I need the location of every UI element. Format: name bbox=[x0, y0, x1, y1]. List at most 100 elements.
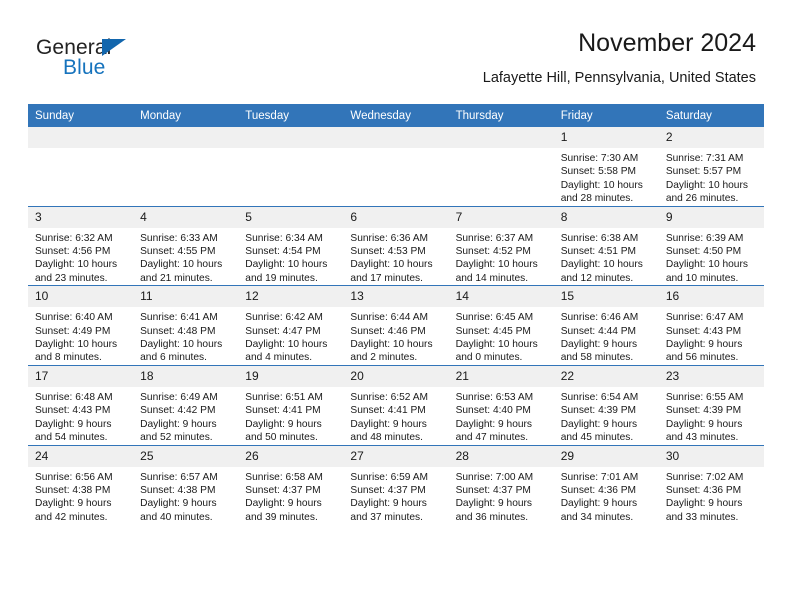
day-details: Sunrise: 6:38 AM Sunset: 4:51 PM Daylight:… bbox=[554, 228, 659, 286]
daylight-text-line1: Daylight: 10 hours bbox=[245, 259, 328, 271]
calendar-day-cell[interactable]: 16 Sunrise: 6:47 AM Sunset: 4:43 PM Dayligh… bbox=[658, 285, 764, 366]
calendar-day-cell[interactable]: 8 Sunrise: 6:38 AM Sunset: 4:51 PM Daylight… bbox=[553, 205, 659, 286]
calendar-day-cell[interactable]: 29 Sunrise: 7:01 AM Sunset: 4:36 PM Dayligh… bbox=[553, 444, 659, 525]
daylight-text-line1: Daylight: 10 hours bbox=[455, 339, 538, 351]
sunset-text: Sunset: 4:51 PM bbox=[560, 246, 637, 258]
sunset-text: Sunset: 5:57 PM bbox=[665, 166, 742, 178]
sunrise-text: Sunrise: 6:52 AM bbox=[350, 391, 429, 403]
calendar-day-cell[interactable]: 5 Sunrise: 6:34 AM Sunset: 4:54 PM Daylight… bbox=[238, 205, 344, 286]
calendar-body: 1 Sunrise: 7:30 AM Sunset: 5:58 PM Daylight… bbox=[28, 127, 764, 525]
calendar-day-cell[interactable]: 3 Sunrise: 6:32 AM Sunset: 4:56 PM Daylight… bbox=[28, 205, 134, 286]
day-details: Sunrise: 6:59 AM Sunset: 4:37 PM Daylight:… bbox=[343, 467, 448, 525]
sunrise-text: Sunrise: 6:49 AM bbox=[140, 391, 218, 403]
calendar-day-cell[interactable]: 22 Sunrise: 6:54 AM Sunset: 4:39 PM Dayligh… bbox=[553, 364, 659, 445]
calendar-day-cell[interactable]: 2 Sunrise: 7:31 AM Sunset: 5:57 PM Daylight… bbox=[658, 127, 764, 207]
day-number bbox=[28, 127, 134, 148]
daylight-text-line1: Daylight: 10 hours bbox=[350, 339, 433, 351]
daylight-text-line2: and 23 minutes. bbox=[35, 272, 108, 284]
daylight-text-line1: Daylight: 9 hours bbox=[245, 498, 322, 510]
sunset-text: Sunset: 4:43 PM bbox=[35, 405, 111, 417]
day-number bbox=[343, 127, 449, 148]
calendar-day-cell[interactable]: 7 Sunrise: 6:37 AM Sunset: 4:52 PM Daylight… bbox=[448, 205, 554, 286]
calendar-day-cell[interactable]: 12 Sunrise: 6:42 AM Sunset: 4:47 PM Dayligh… bbox=[238, 285, 344, 366]
page-subtitle: Lafayette Hill, Pennsylvania, United Sta… bbox=[482, 70, 756, 86]
sunrise-text: Sunrise: 6:41 AM bbox=[140, 312, 218, 324]
day-number: 6 bbox=[343, 206, 449, 228]
page-header: General Blue November 2024 Lafayette Hil… bbox=[0, 0, 792, 100]
daylight-text-line2: and 36 minutes. bbox=[455, 511, 529, 523]
calendar-day-cell[interactable]: 21 Sunrise: 6:53 AM Sunset: 4:40 PM Dayligh… bbox=[448, 364, 554, 445]
calendar-day-cell[interactable]: 30 Sunrise: 7:02 AM Sunset: 4:36 PM Dayligh… bbox=[658, 444, 764, 525]
daylight-text-line2: and 47 minutes. bbox=[455, 432, 529, 444]
sunrise-text: Sunrise: 6:37 AM bbox=[455, 232, 534, 244]
daylight-text-line1: Daylight: 9 hours bbox=[35, 418, 112, 430]
day-details: Sunrise: 6:47 AM Sunset: 4:43 PM Daylight:… bbox=[659, 307, 764, 365]
day-number: 21 bbox=[448, 365, 554, 387]
calendar-day-cell[interactable]: 14 Sunrise: 6:45 AM Sunset: 4:45 PM Dayligh… bbox=[448, 285, 554, 366]
calendar-day-cell[interactable]: 1 Sunrise: 7:30 AM Sunset: 5:58 PM Daylight… bbox=[553, 127, 659, 207]
calendar-day-cell[interactable]: 15 Sunrise: 6:46 AM Sunset: 4:44 PM Dayligh… bbox=[553, 285, 659, 366]
calendar-day-cell[interactable]: 25 Sunrise: 6:57 AM Sunset: 4:38 PM Dayligh… bbox=[133, 444, 239, 525]
day-number: 12 bbox=[238, 286, 344, 308]
brand-flag-icon bbox=[102, 39, 126, 56]
calendar-day-cell[interactable]: 6 Sunrise: 6:36 AM Sunset: 4:53 PM Daylight… bbox=[343, 205, 449, 286]
day-details: Sunrise: 7:30 AM Sunset: 5:58 PM Daylight:… bbox=[554, 148, 659, 206]
daylight-text-line1: Daylight: 9 hours bbox=[35, 498, 112, 510]
calendar-day-cell-empty bbox=[133, 127, 239, 207]
day-number: 15 bbox=[553, 286, 659, 308]
daylight-text-line1: Daylight: 10 hours bbox=[35, 339, 118, 351]
daylight-text-line1: Daylight: 10 hours bbox=[560, 259, 643, 271]
calendar-week-row: 10 Sunrise: 6:40 AM Sunset: 4:49 PM Dayligh… bbox=[28, 285, 764, 366]
calendar-day-cell[interactable]: 19 Sunrise: 6:51 AM Sunset: 4:41 PM Dayligh… bbox=[238, 364, 344, 445]
daylight-text-line1: Daylight: 10 hours bbox=[665, 259, 748, 271]
calendar-day-cell[interactable]: 18 Sunrise: 6:49 AM Sunset: 4:42 PM Dayligh… bbox=[133, 364, 239, 445]
daylight-text-line2: and 50 minutes. bbox=[245, 432, 318, 444]
day-details: Sunrise: 6:49 AM Sunset: 4:42 PM Daylight:… bbox=[133, 387, 238, 445]
sunset-text: Sunset: 4:45 PM bbox=[455, 325, 531, 337]
calendar-day-cell[interactable]: 10 Sunrise: 6:40 AM Sunset: 4:49 PM Dayligh… bbox=[28, 285, 134, 366]
calendar-day-cell[interactable]: 24 Sunrise: 6:56 AM Sunset: 4:38 PM Dayligh… bbox=[28, 444, 134, 525]
calendar-day-cell[interactable]: 9 Sunrise: 6:39 AM Sunset: 4:50 PM Daylight… bbox=[658, 205, 764, 286]
daylight-text-line2: and 8 minutes. bbox=[35, 352, 102, 364]
calendar-day-cell[interactable]: 26 Sunrise: 6:58 AM Sunset: 4:37 PM Dayligh… bbox=[238, 444, 344, 525]
weekday-header-sunday: Sunday bbox=[28, 104, 134, 127]
brand-logo[interactable]: General Blue bbox=[36, 36, 276, 92]
calendar-day-cell[interactable]: 13 Sunrise: 6:44 AM Sunset: 4:46 PM Dayligh… bbox=[343, 285, 449, 366]
sunrise-text: Sunrise: 7:31 AM bbox=[665, 153, 744, 164]
day-number: 26 bbox=[238, 445, 344, 467]
daylight-text-line1: Daylight: 9 hours bbox=[350, 418, 427, 430]
sunrise-text: Sunrise: 6:53 AM bbox=[455, 391, 534, 403]
daylight-text-line2: and 19 minutes. bbox=[245, 272, 318, 284]
calendar-week-row: 24 Sunrise: 6:56 AM Sunset: 4:38 PM Dayligh… bbox=[28, 444, 764, 525]
calendar-day-cell[interactable]: 4 Sunrise: 6:33 AM Sunset: 4:55 PM Daylight… bbox=[133, 205, 239, 286]
day-number bbox=[133, 127, 239, 148]
day-number: 8 bbox=[553, 206, 659, 228]
daylight-text-line1: Daylight: 10 hours bbox=[455, 259, 538, 271]
sunrise-text: Sunrise: 6:47 AM bbox=[665, 312, 744, 324]
day-number: 17 bbox=[28, 365, 134, 387]
day-number: 11 bbox=[133, 286, 239, 308]
calendar-day-cell[interactable]: 11 Sunrise: 6:41 AM Sunset: 4:48 PM Dayligh… bbox=[133, 285, 239, 366]
daylight-text-line2: and 34 minutes. bbox=[560, 511, 634, 523]
day-number: 27 bbox=[343, 445, 449, 467]
sunset-text: Sunset: 4:53 PM bbox=[350, 246, 426, 258]
calendar-day-cell[interactable]: 20 Sunrise: 6:52 AM Sunset: 4:41 PM Dayligh… bbox=[343, 364, 449, 445]
day-number: 29 bbox=[553, 445, 659, 467]
day-number: 13 bbox=[343, 286, 449, 308]
calendar-day-cell[interactable]: 28 Sunrise: 7:00 AM Sunset: 4:37 PM Dayligh… bbox=[448, 444, 554, 525]
weekday-header-tuesday: Tuesday bbox=[238, 104, 344, 127]
calendar-day-cell[interactable]: 17 Sunrise: 6:48 AM Sunset: 4:43 PM Dayligh… bbox=[28, 364, 134, 445]
daylight-text-line2: and 26 minutes. bbox=[665, 193, 739, 205]
calendar-day-cell-empty bbox=[343, 127, 449, 207]
day-details: Sunrise: 6:41 AM Sunset: 4:48 PM Daylight:… bbox=[133, 307, 238, 365]
day-details: Sunrise: 7:00 AM Sunset: 4:37 PM Daylight:… bbox=[449, 467, 554, 525]
daylight-text-line1: Daylight: 10 hours bbox=[350, 259, 433, 271]
sunrise-text: Sunrise: 7:00 AM bbox=[455, 471, 534, 483]
calendar-week-row: 1 Sunrise: 7:30 AM Sunset: 5:58 PM Daylight… bbox=[28, 127, 764, 207]
sunset-text: Sunset: 4:47 PM bbox=[245, 325, 321, 337]
calendar-day-cell[interactable]: 27 Sunrise: 6:59 AM Sunset: 4:37 PM Dayligh… bbox=[343, 444, 449, 525]
calendar-day-cell-empty bbox=[448, 127, 554, 207]
sunset-text: Sunset: 4:37 PM bbox=[455, 484, 531, 496]
calendar-day-cell[interactable]: 23 Sunrise: 6:55 AM Sunset: 4:39 PM Dayligh… bbox=[658, 364, 764, 445]
day-details: Sunrise: 6:46 AM Sunset: 4:44 PM Daylight:… bbox=[554, 307, 659, 365]
